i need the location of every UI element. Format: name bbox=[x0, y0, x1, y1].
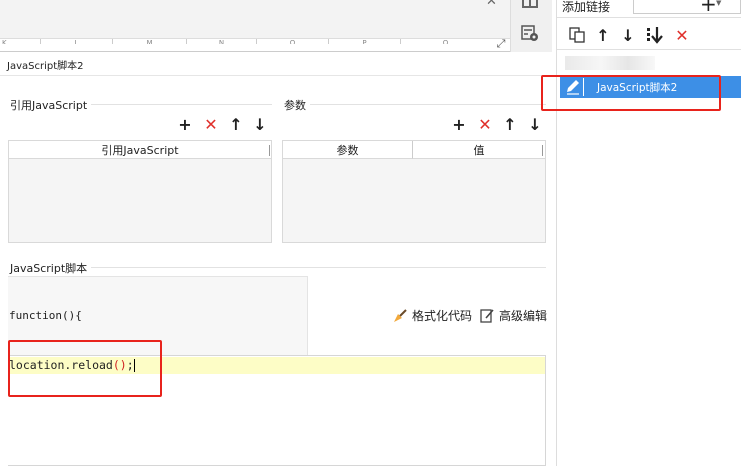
expand-icon[interactable]: ⤢ bbox=[494, 38, 508, 52]
advanced-edit-button[interactable]: 高级编辑 bbox=[480, 307, 547, 324]
ref-js-table[interactable]: 引用JavaScript bbox=[8, 140, 272, 243]
add-link-dropdown[interactable]: + ▼ bbox=[633, 0, 741, 16]
grid-layout-icon[interactable] bbox=[522, 0, 538, 8]
broom-icon bbox=[392, 308, 408, 324]
link-move-up-button[interactable]: ↑ bbox=[596, 26, 610, 45]
params-column-param[interactable]: 参数 bbox=[283, 141, 413, 159]
right-panel-header: 添加链接 + ▼ bbox=[557, 0, 741, 18]
spreadsheet-column-header: K L M N O P Q bbox=[0, 38, 510, 52]
ref-js-move-down-button[interactable]: ↓ bbox=[253, 115, 267, 134]
params-move-up-button[interactable]: ↑ bbox=[503, 115, 517, 134]
params-delete-button[interactable]: ✕ bbox=[477, 115, 493, 134]
params-move-down-button[interactable]: ↓ bbox=[528, 115, 542, 134]
column-k[interactable]: K bbox=[0, 39, 40, 44]
blurred-item bbox=[565, 56, 655, 70]
params-add-button[interactable]: + bbox=[452, 115, 466, 134]
params-column-value[interactable]: 值 bbox=[413, 141, 545, 159]
spreadsheet-toolbar-strip bbox=[0, 0, 510, 38]
close-strip-icon[interactable]: ✕ bbox=[486, 0, 497, 9]
dialog-title: JavaScript脚本2 bbox=[7, 61, 84, 72]
chevron-down-icon: ▼ bbox=[716, 0, 722, 7]
edit-document-icon bbox=[480, 308, 495, 323]
ref-js-column-header[interactable]: 引用JavaScript bbox=[9, 141, 271, 159]
column-n[interactable]: N bbox=[186, 39, 256, 44]
highlight-box-selected-item bbox=[541, 75, 721, 111]
highlight-box-code bbox=[8, 340, 162, 397]
column-p[interactable]: P bbox=[328, 39, 400, 44]
ref-js-add-button[interactable]: + bbox=[178, 115, 192, 134]
ref-js-section-label: 引用JavaScript bbox=[10, 97, 92, 113]
widget-settings-icon[interactable] bbox=[521, 24, 539, 42]
link-move-down-button[interactable]: ↓ bbox=[621, 26, 635, 45]
ref-js-move-up-button[interactable]: ↑ bbox=[229, 115, 243, 134]
add-icon: + bbox=[700, 0, 717, 16]
ref-js-delete-button[interactable]: ✕ bbox=[203, 115, 219, 134]
function-header: function(){ bbox=[9, 309, 82, 322]
move-to-bottom-icon[interactable] bbox=[646, 26, 664, 44]
copy-icon[interactable] bbox=[568, 26, 586, 44]
script-section-label: JavaScript脚本 bbox=[10, 260, 92, 276]
link-delete-button[interactable]: ✕ bbox=[673, 26, 691, 45]
format-code-button[interactable]: 格式化代码 bbox=[392, 307, 472, 324]
dialog-title-bar: JavaScript脚本2 bbox=[0, 52, 556, 76]
column-o[interactable]: O bbox=[256, 39, 328, 44]
column-l[interactable]: L bbox=[40, 39, 112, 44]
params-table[interactable]: 参数 值 bbox=[282, 140, 546, 243]
add-link-title: 添加链接 bbox=[562, 0, 611, 14]
column-m[interactable]: M bbox=[112, 39, 186, 44]
params-section-label: 参数 bbox=[284, 97, 310, 113]
column-q[interactable]: Q bbox=[400, 39, 490, 44]
